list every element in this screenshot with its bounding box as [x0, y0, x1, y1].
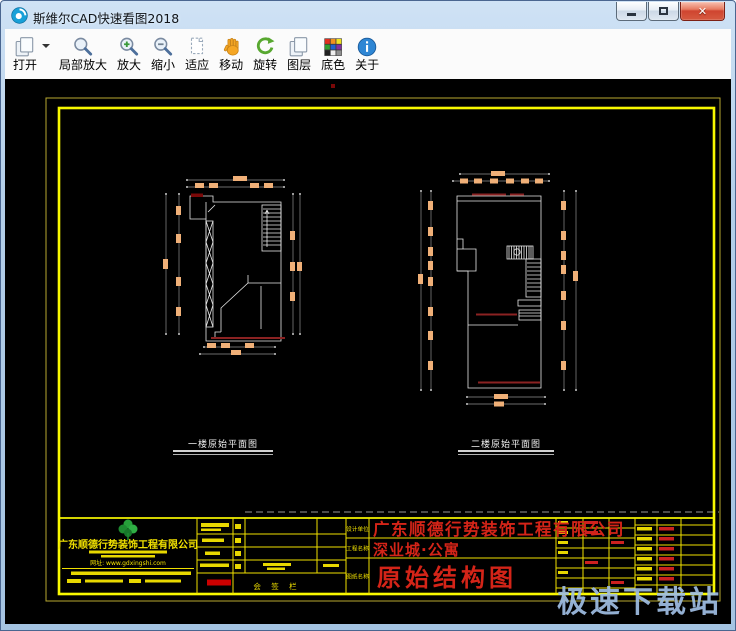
dimension-ticks — [420, 173, 577, 405]
zoom-in-label: 放大 — [117, 58, 141, 73]
partial-zoom-button[interactable]: 局部放大 — [54, 33, 112, 75]
drawing-name-value: 原始结构图 — [377, 564, 517, 592]
window-controls: ✕ — [616, 2, 725, 21]
plan-captions: 一楼原始平面图 二楼原始平面图 — [173, 438, 554, 455]
about-button[interactable]: 关于 — [350, 33, 384, 75]
company-name: 广东顺德行势装饰工程有限公司 — [58, 538, 198, 551]
close-button[interactable]: ✕ — [680, 2, 725, 21]
zoom-out-label: 缩小 — [151, 58, 175, 73]
watermark-text: 极速下载站 — [557, 585, 722, 620]
right-plan-caption: 二楼原始平面图 — [471, 438, 541, 450]
app-icon — [11, 7, 28, 24]
fit-label: 适应 — [185, 58, 209, 73]
zoom-out-icon — [152, 35, 174, 58]
left-floor-plan — [163, 176, 302, 355]
fit-button[interactable]: 适应 — [180, 33, 214, 75]
open-label: 打开 — [13, 58, 37, 73]
layers-button[interactable]: 图层 — [282, 33, 316, 75]
maximize-icon — [659, 7, 668, 15]
maximize-button[interactable] — [648, 2, 679, 21]
company-logo — [119, 520, 138, 541]
fit-page-icon — [186, 35, 208, 58]
zoom-in-icon — [118, 35, 140, 58]
rotate-label: 旋转 — [253, 58, 277, 73]
rotate-button[interactable]: 旋转 — [248, 33, 282, 75]
color-grid-icon — [322, 35, 344, 58]
open-icon — [14, 35, 36, 58]
layers-label: 图层 — [287, 58, 311, 73]
company-info-lines — [89, 551, 167, 558]
field-label-drawing-name: 图纸名称 — [346, 573, 369, 581]
rotate-icon — [254, 35, 276, 58]
close-icon: ✕ — [698, 6, 707, 17]
pan-button[interactable]: 移动 — [214, 33, 248, 75]
open-button[interactable]: 打开 — [8, 33, 42, 75]
partial-zoom-icon — [72, 35, 94, 58]
company-address-lines — [67, 572, 191, 584]
zoom-out-button[interactable]: 缩小 — [146, 33, 180, 75]
titlebar[interactable]: 斯维尔CAD快速看图2018 ✕ — [5, 1, 731, 29]
right-floor-plan — [418, 171, 578, 407]
red-revision-bar — [207, 580, 231, 586]
field-label-project-name: 工程名称 — [346, 545, 369, 553]
toolbar: 打开 局部放大 放大 缩小 适应 — [5, 29, 731, 79]
hand-icon — [220, 35, 242, 58]
about-label: 关于 — [355, 58, 379, 73]
left-plan-caption: 一楼原始平面图 — [188, 438, 258, 450]
zoom-in-button[interactable]: 放大 — [112, 33, 146, 75]
cad-canvas[interactable]: 一楼原始平面图 二楼原始平面图 — [5, 79, 731, 624]
title-block: 广东顺德行势装饰工程有限公司 网址: www.gdxingshi.com — [58, 512, 719, 594]
background-color-button[interactable]: 底色 — [316, 33, 350, 75]
company-website: 网址: www.gdxingshi.com — [90, 559, 166, 567]
layers-icon — [288, 35, 310, 58]
sign-bar-label: 会 签 栏 — [253, 581, 300, 591]
dimension-text — [418, 171, 578, 407]
field-label-design-unit: 设计单位 — [346, 525, 369, 533]
minimize-button[interactable] — [616, 2, 647, 21]
pan-label: 移动 — [219, 58, 243, 73]
partial-zoom-label: 局部放大 — [59, 58, 107, 73]
background-color-label: 底色 — [321, 58, 345, 73]
minimize-icon — [627, 13, 636, 16]
project-name-value: 深业城·公寓 — [373, 541, 460, 559]
app-window: 斯维尔CAD快速看图2018 ✕ 打开 局部放大 — [0, 0, 736, 631]
info-icon — [356, 35, 378, 58]
open-dropdown-arrow[interactable] — [42, 44, 50, 52]
window-title: 斯维尔CAD快速看图2018 — [33, 8, 179, 27]
design-unit-value: 广东顺德行势装饰工程有限公司 — [373, 519, 625, 539]
